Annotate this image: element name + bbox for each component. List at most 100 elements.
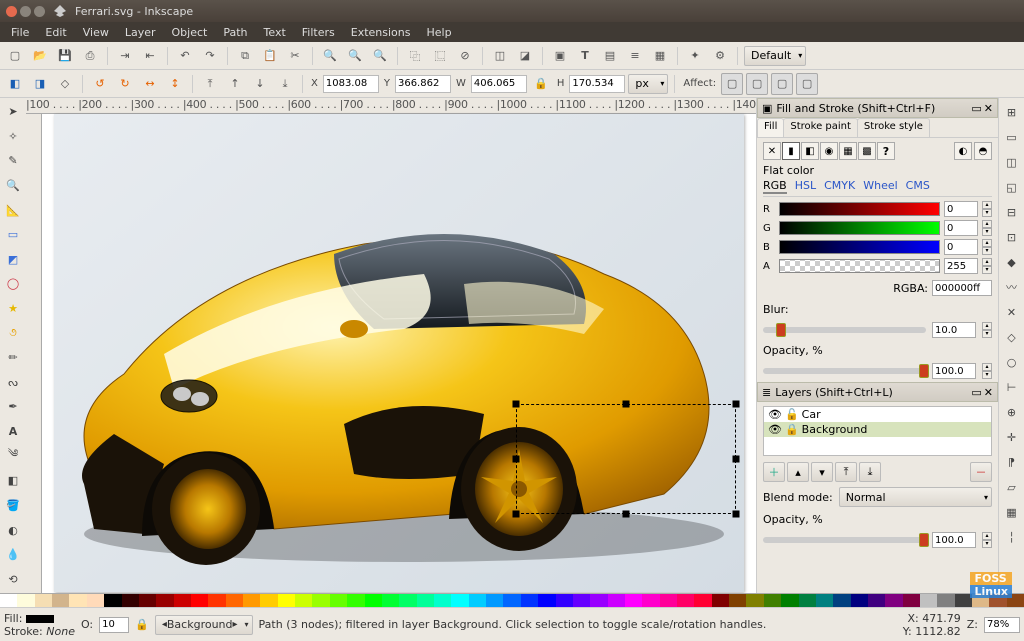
palette-swatch[interactable] (174, 594, 191, 607)
affect-corners-icon[interactable]: ▢ (746, 73, 768, 95)
panel-close-icon[interactable]: ✕ (984, 386, 993, 399)
xml-editor-icon[interactable]: ▤ (599, 45, 621, 67)
palette-swatch[interactable] (399, 594, 416, 607)
fill-opacity-spinner[interactable]: ▴▾ (982, 363, 992, 379)
g-slider[interactable] (779, 221, 940, 235)
palette-swatch[interactable] (417, 594, 434, 607)
palette-swatch[interactable] (729, 594, 746, 607)
snap-intersect-icon[interactable]: ✕ (1000, 300, 1024, 324)
palette-swatch[interactable] (469, 594, 486, 607)
maximize-window-icon[interactable] (34, 6, 45, 17)
save-icon[interactable]: 💾 (54, 45, 76, 67)
export-icon[interactable]: ⇤ (139, 45, 161, 67)
h-input[interactable] (569, 75, 625, 93)
snap-edge-icon[interactable]: ◫ (1000, 150, 1024, 174)
palette-swatch[interactable] (243, 594, 260, 607)
selection-handle-w[interactable] (513, 456, 520, 463)
snap-smooth-icon[interactable]: ○ (1000, 350, 1024, 374)
palette-swatch[interactable] (35, 594, 52, 607)
measure-tool-icon[interactable]: 📐 (1, 198, 25, 222)
raise-layer-button[interactable]: ▴ (787, 462, 809, 482)
menu-filters[interactable]: Filters (295, 24, 342, 41)
palette-swatch[interactable] (208, 594, 225, 607)
snap-obj-center-icon[interactable]: ⊕ (1000, 400, 1024, 424)
blur-spinner[interactable]: ▴▾ (982, 322, 992, 338)
selection-handle-e[interactable] (733, 456, 740, 463)
snap-bbox-icon[interactable]: ▭ (1000, 125, 1024, 149)
star-tool-icon[interactable]: ★ (1, 297, 25, 321)
snap-line-mid-icon[interactable]: ⊢ (1000, 375, 1024, 399)
visibility-icon[interactable]: 👁 (768, 408, 782, 421)
snap-guide-icon[interactable]: ╎ (1000, 525, 1024, 549)
palette-swatch[interactable] (139, 594, 156, 607)
cut-icon[interactable]: ✂ (284, 45, 306, 67)
selection-handle-sw[interactable] (513, 511, 520, 518)
lock-icon[interactable]: 🔓 (785, 408, 799, 421)
palette-swatch[interactable] (191, 594, 208, 607)
palette-swatch[interactable] (851, 594, 868, 607)
a-input[interactable] (944, 258, 978, 274)
menu-view[interactable]: View (76, 24, 116, 41)
palette-swatch[interactable] (590, 594, 607, 607)
menu-text[interactable]: Text (257, 24, 293, 41)
text-tool-icon[interactable]: A (1, 420, 25, 444)
snap-node-icon[interactable]: ◆ (1000, 250, 1024, 274)
paint-unknown-icon[interactable]: ? (877, 142, 895, 160)
canvas-page[interactable] (42, 114, 756, 593)
palette-swatch[interactable] (312, 594, 329, 607)
x-input[interactable] (323, 75, 379, 93)
copy-icon[interactable]: ⧉ (234, 45, 256, 67)
palette-swatch[interactable] (486, 594, 503, 607)
r-slider[interactable] (779, 202, 940, 216)
palette-swatch[interactable] (52, 594, 69, 607)
rotate-ccw-icon[interactable]: ↺ (89, 73, 111, 95)
palette-swatch[interactable] (625, 594, 642, 607)
zoom-fit-icon[interactable]: 🔍 (319, 45, 341, 67)
selection-handle-ne[interactable] (733, 401, 740, 408)
palette-swatch[interactable] (69, 594, 86, 607)
g-input[interactable] (944, 220, 978, 236)
affect-stroke-icon[interactable]: ▢ (721, 73, 743, 95)
doc-prefs-icon[interactable]: ⚙ (709, 45, 731, 67)
palette-swatch[interactable] (365, 594, 382, 607)
palette-swatch[interactable] (868, 594, 885, 607)
color-palette[interactable] (0, 593, 1024, 607)
snap-enable-icon[interactable]: ⊞ (1000, 100, 1024, 124)
prefs-icon[interactable]: ✦ (684, 45, 706, 67)
tweak-tool-icon[interactable]: ✎ (1, 149, 25, 173)
selection-handle-nw[interactable] (513, 401, 520, 408)
palette-swatch[interactable] (712, 594, 729, 607)
raise-top-icon[interactable]: ⤒ (199, 73, 221, 95)
delete-layer-button[interactable]: － (970, 462, 992, 482)
palette-swatch[interactable] (295, 594, 312, 607)
snap-text-icon[interactable]: ⁋ (1000, 450, 1024, 474)
snap-corner-icon[interactable]: ◱ (1000, 175, 1024, 199)
eraser-tool-icon[interactable]: ◧ (1, 469, 25, 493)
snap-grid-icon[interactable]: ▦ (1000, 500, 1024, 524)
affect-gradient-icon[interactable]: ▢ (771, 73, 793, 95)
add-layer-button[interactable]: ＋ (763, 462, 785, 482)
palette-swatch[interactable] (434, 594, 451, 607)
palette-swatch[interactable] (955, 594, 972, 607)
layer-name[interactable]: Background (802, 423, 868, 436)
top-layer-button[interactable]: ⤒ (835, 462, 857, 482)
minimize-window-icon[interactable] (20, 6, 31, 17)
palette-swatch[interactable] (1007, 594, 1024, 607)
gradient-tool-icon[interactable]: ◐ (1, 518, 25, 542)
bezier-tool-icon[interactable]: ᔓ (1, 370, 25, 394)
palette-swatch[interactable] (903, 594, 920, 607)
menu-help[interactable]: Help (419, 24, 458, 41)
duplicate-icon[interactable]: ⿻ (404, 45, 426, 67)
import-icon[interactable]: ⇥ (114, 45, 136, 67)
group-icon[interactable]: ◫ (489, 45, 511, 67)
palette-swatch[interactable] (226, 594, 243, 607)
blur-slider[interactable] (763, 327, 926, 333)
palette-swatch[interactable] (104, 594, 121, 607)
visibility-icon[interactable]: 👁 (768, 423, 782, 436)
layer-opacity-slider[interactable] (763, 537, 926, 543)
palette-swatch[interactable] (278, 594, 295, 607)
transform-icon[interactable]: ▦ (649, 45, 671, 67)
fill-rule-nonzero-icon[interactable]: ◓ (974, 142, 992, 160)
palette-swatch[interactable] (781, 594, 798, 607)
bottom-layer-button[interactable]: ⤓ (859, 462, 881, 482)
